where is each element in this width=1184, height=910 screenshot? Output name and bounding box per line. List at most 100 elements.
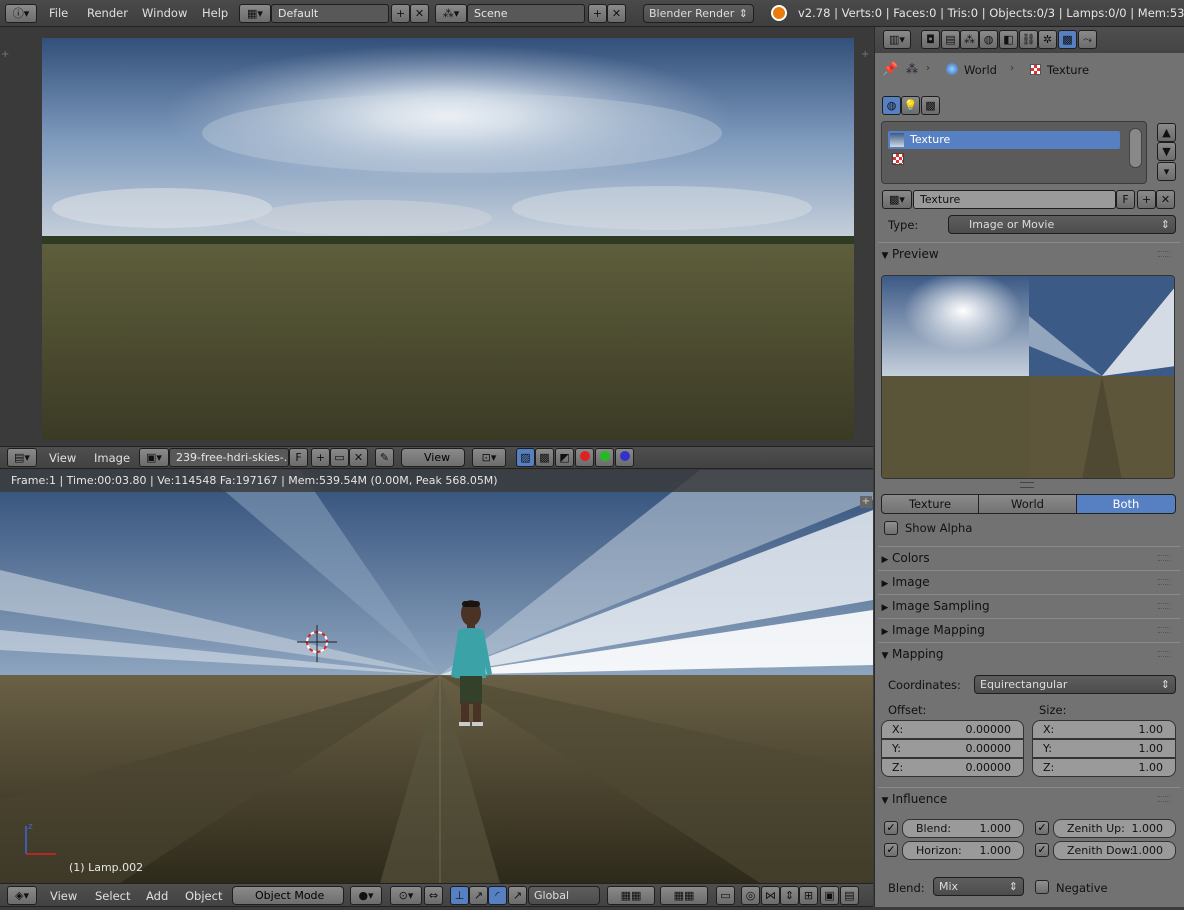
texture-name-field[interactable]: Texture [913,190,1116,209]
coordinates-select[interactable]: Equirectangular ⇕ [974,675,1176,694]
mapping-panel-header[interactable]: ▼ Mapping [878,642,1180,664]
character-model[interactable] [448,598,498,758]
new-image-icon[interactable]: + [311,448,330,467]
screen-layout-icon[interactable]: ▦▾ [239,4,271,23]
image-editor-area[interactable]: + + [0,27,873,446]
editor-type-properties-icon[interactable]: ▥▾ [883,30,911,49]
layers-grid-b[interactable]: ▦▦ [660,886,708,905]
editor-type-3d-icon[interactable]: ◈▾ [7,886,37,905]
render-layers-context-icon[interactable]: ▤ [941,30,960,49]
size-x-field[interactable]: X: 1.00 [1032,720,1176,739]
proportional-edit-icon[interactable]: ◎ [741,886,760,905]
red-channel-icon[interactable] [575,448,594,467]
zenith-down-field[interactable]: Zenith Dow: 1.000 [1053,841,1176,860]
preview-panel-header[interactable]: ▼ Preview [878,242,1180,264]
preview-tab-texture[interactable]: Texture [881,494,979,514]
unlink-texture-icon[interactable]: ✕ [1156,190,1175,209]
image-mapping-panel-header[interactable]: ▶ Image Mapping [878,618,1180,640]
texture-browse-icon[interactable]: ▩▾ [882,190,912,209]
3d-viewport[interactable]: z Frame:1 | Time:00:03.80 | Ve:114548 Fa… [0,470,873,883]
viewport-shading-icon[interactable]: ●▾ [350,886,382,905]
area-corner-right[interactable]: + [861,49,869,60]
influence-panel-header[interactable]: ▼ Influence [878,787,1180,809]
unlink-image-icon[interactable]: ✕ [349,448,368,467]
snap-icon[interactable]: ⋈ [761,886,780,905]
blend-mode-select[interactable]: Mix ⇕ [933,877,1024,896]
transform-icon[interactable]: ↗ [508,886,527,905]
3d-cursor-icon[interactable] [297,625,337,665]
rotate-manipulator-icon[interactable]: ↗ [469,886,488,905]
menu-3d-view[interactable]: View [50,883,77,910]
add-screen-icon[interactable]: + [391,4,410,23]
new-texture-icon[interactable]: + [1137,190,1156,209]
world-context-icon[interactable]: ◍ [979,30,998,49]
menu-select[interactable]: Select [95,883,130,910]
blend-checkbox[interactable]: ✓ [884,821,898,835]
offset-y-field[interactable]: Y: 0.00000 [881,739,1024,758]
drag-grip-icon[interactable] [1158,555,1170,561]
menu-file[interactable]: File [49,0,68,27]
image-fake-user-button[interactable]: F [289,448,308,467]
image-sampling-panel-header[interactable]: ▶ Image Sampling [878,594,1180,616]
open-image-icon[interactable]: ▭ [330,448,349,467]
screen-layout-field[interactable]: Default [271,4,389,23]
display-alpha-icon[interactable]: ▩ [535,448,554,467]
physics-context-icon[interactable]: ⤳ [1078,30,1097,49]
drag-grip-icon[interactable] [1158,651,1170,657]
size-z-field[interactable]: Z: 1.00 [1032,758,1176,777]
blend-factor-field[interactable]: Blend: 1.000 [902,819,1024,838]
world-texture-type-icon[interactable]: ◍ [882,96,901,115]
render-opengl-icon[interactable]: ▣ [820,886,839,905]
drag-grip-icon[interactable] [1158,796,1170,802]
object-context-icon[interactable]: ◧ [999,30,1018,49]
drag-grip-icon[interactable] [1158,603,1170,609]
display-zdepth-icon[interactable]: ◩ [555,448,574,467]
green-channel-icon[interactable] [595,448,614,467]
drag-grip-icon[interactable] [1158,627,1170,633]
slot-specials-icon[interactable]: ▾ [1157,162,1176,181]
texture-type-select[interactable]: Image or Movie ⇕ [948,215,1176,234]
snap-element-icon[interactable]: ⇕ [780,886,799,905]
area-corner-left[interactable]: + [1,49,9,60]
colors-panel-header[interactable]: ▶ Colors [878,546,1180,568]
transform-orientation-select[interactable]: Global [528,886,600,905]
move-slot-down-icon[interactable]: ▼ [1157,142,1176,161]
texture-context-icon[interactable]: ▩ [1058,30,1077,49]
data-context-icon[interactable]: ✲ [1038,30,1057,49]
pivot-point-icon[interactable]: ⊙▾ [390,886,422,905]
menu-object[interactable]: Object [185,883,222,910]
constraints-context-icon[interactable]: ⛓ [1019,30,1038,49]
area-corner-viewport[interactable]: + [860,496,872,508]
display-color-alpha-icon[interactable]: ▨ [516,448,535,467]
layers-grid-a[interactable]: ▦▦ [607,886,655,905]
scene-field[interactable]: Scene [467,4,585,23]
render-engine-select[interactable]: Blender Render ⇕ [643,4,754,23]
scene-icon[interactable]: ⁂▾ [435,4,467,23]
add-scene-icon[interactable]: + [588,4,607,23]
blue-channel-icon[interactable] [615,448,634,467]
horizon-checkbox[interactable]: ✓ [884,843,898,857]
show-alpha-checkbox[interactable] [884,521,898,535]
offset-z-field[interactable]: Z: 0.00000 [881,758,1024,777]
translate-manipulator-icon[interactable]: ⊥ [450,886,469,905]
horizon-field[interactable]: Horizon: 1.000 [902,841,1024,860]
negative-checkbox[interactable] [1035,880,1049,894]
lamp-texture-type-icon[interactable]: 💡 [901,96,920,115]
move-slot-up-icon[interactable]: ▲ [1157,123,1176,142]
delete-screen-icon[interactable]: ✕ [410,4,429,23]
image-browse-icon[interactable]: ▣▾ [139,448,169,467]
object-mode-select[interactable]: Object Mode [232,886,344,905]
size-y-field[interactable]: Y: 1.00 [1032,739,1176,758]
other-texture-type-icon[interactable]: ▩ [921,96,940,115]
delete-scene-icon[interactable]: ✕ [607,4,626,23]
manipulator-toggle-icon[interactable]: ⇔ [424,886,443,905]
drag-grip-icon[interactable] [1158,251,1170,257]
preview-tab-both[interactable]: Both [1076,494,1176,514]
texture-fake-user-button[interactable]: F [1116,190,1135,209]
image-name-field[interactable]: 239-free-hdri-skies-... [169,448,289,467]
menu-render[interactable]: Render [87,0,128,27]
texture-slot-list[interactable]: Texture [881,121,1147,184]
texture-slot-selected[interactable]: Texture [888,131,1120,149]
pivot-icon[interactable]: ⊡▾ [472,448,506,467]
menu-image-view[interactable]: View [49,445,76,472]
